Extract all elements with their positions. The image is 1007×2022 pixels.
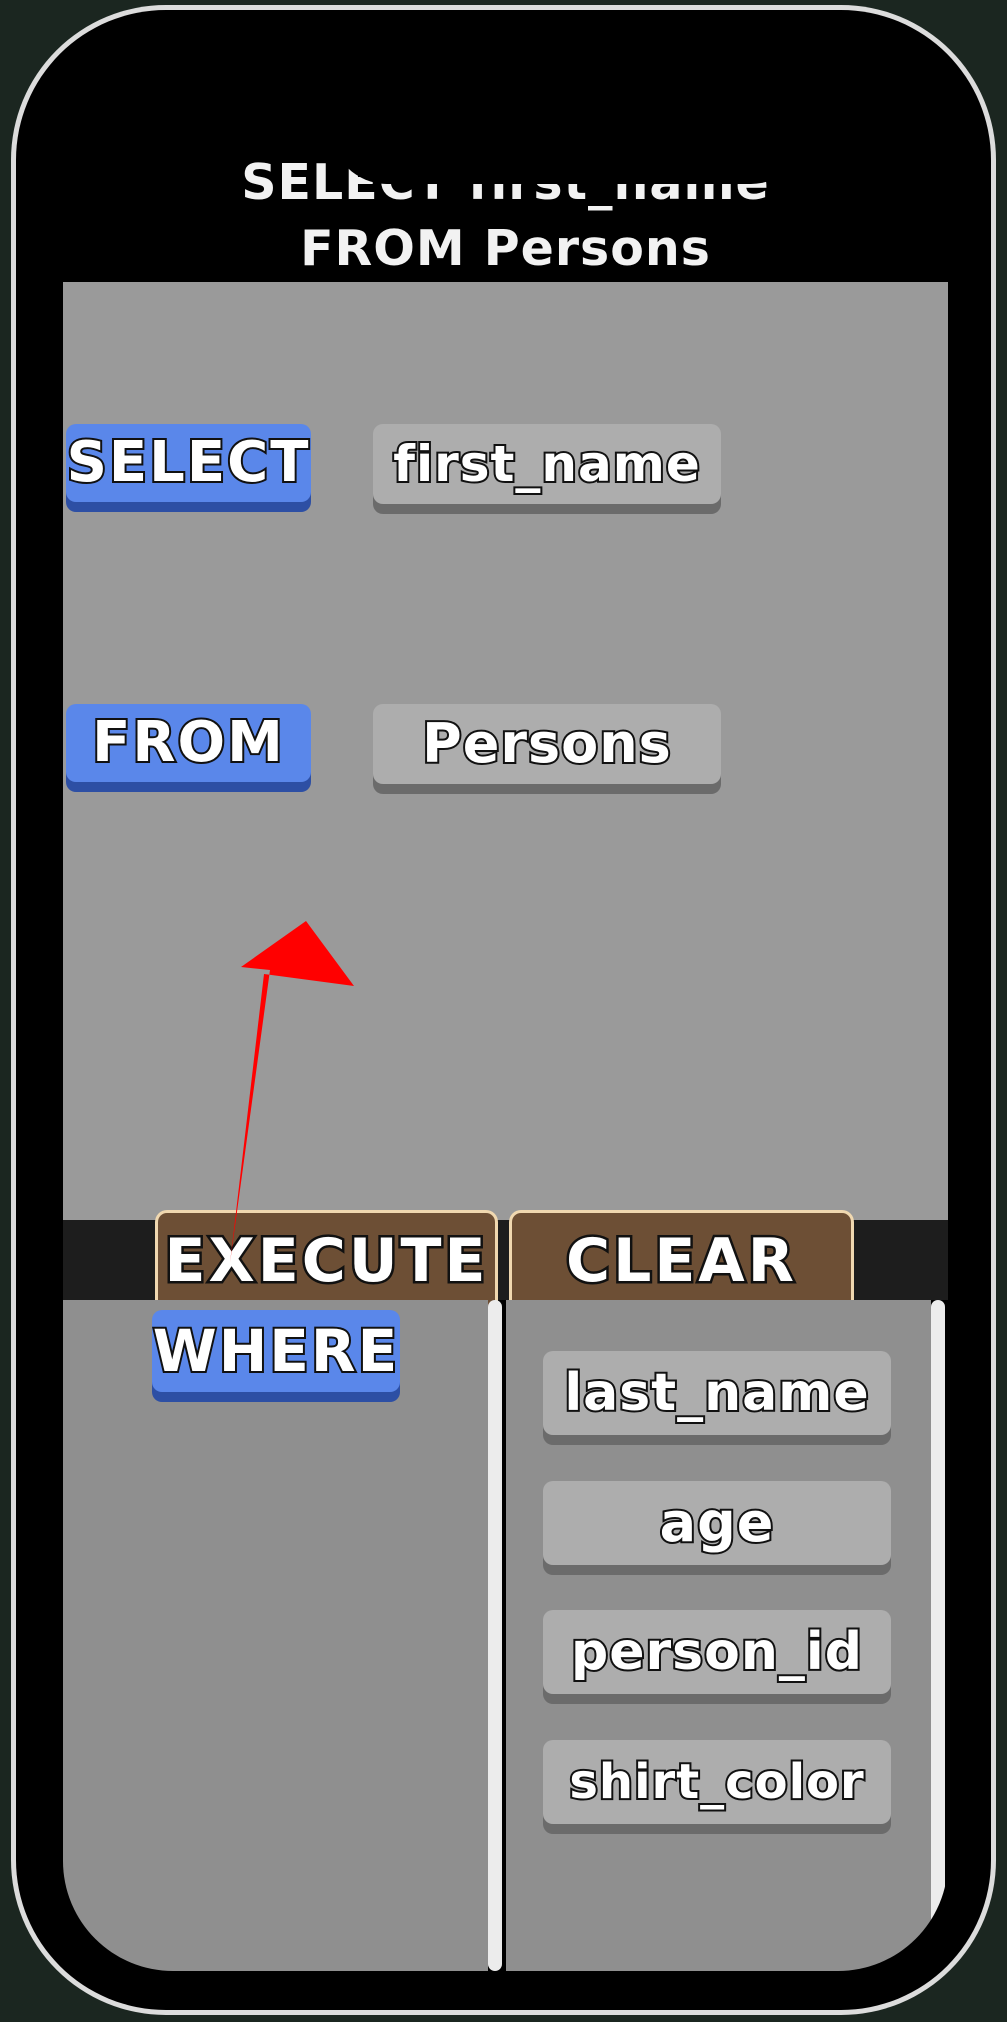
phone-notch [331,112,807,184]
red-arrow-icon [230,921,354,1263]
hint-arrow-shape [230,921,354,1263]
